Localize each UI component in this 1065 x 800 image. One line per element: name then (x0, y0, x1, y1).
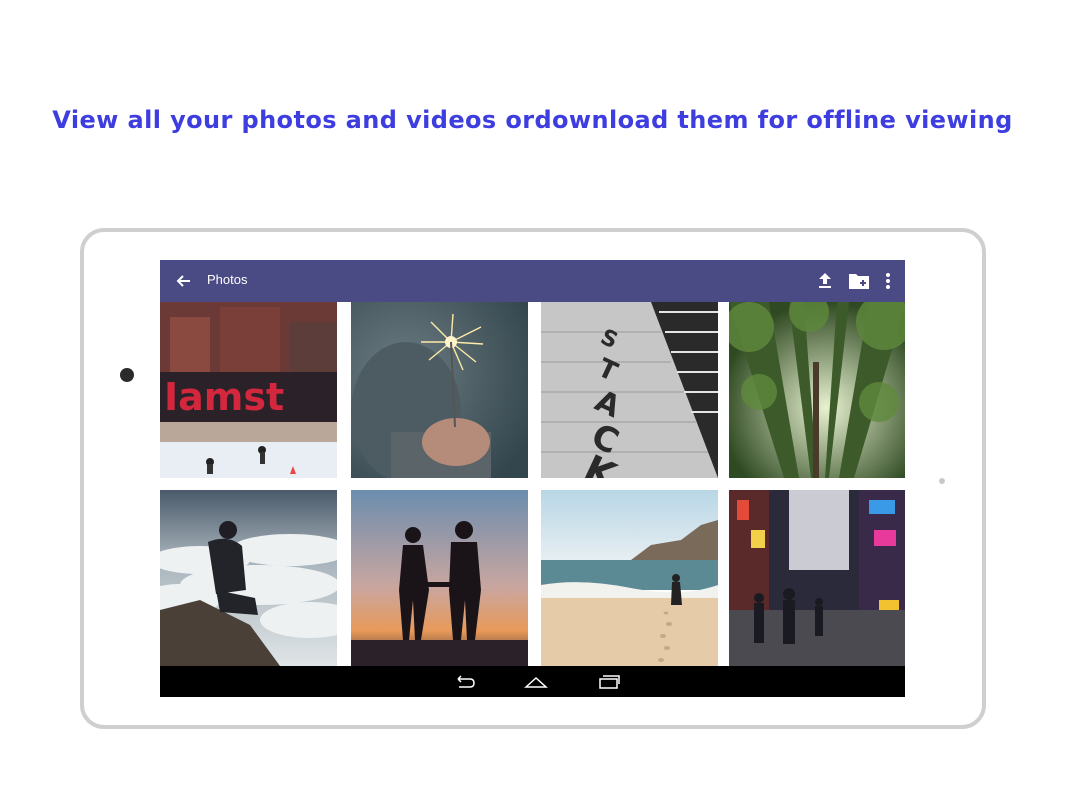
photo-city-night[interactable] (729, 490, 905, 666)
headline: View all your photos and videos ordownlo… (52, 106, 1013, 134)
photo-beach-footprints[interactable] (541, 490, 718, 666)
nav-recents-icon[interactable] (594, 671, 624, 693)
svg-text:Iamst: Iamst (164, 375, 284, 419)
camera-dot (120, 368, 134, 382)
sensor-dot (939, 478, 945, 484)
photo-grid: Iamst S T A C K (160, 302, 905, 666)
photo-bamboo-forest[interactable] (729, 302, 905, 478)
photo-stack-steps[interactable]: S T A C K (541, 302, 718, 478)
back-arrow-icon[interactable] (172, 269, 196, 293)
app-bar: Photos (160, 260, 905, 302)
more-vert-icon[interactable] (876, 269, 900, 293)
system-nav-bar (160, 666, 905, 697)
photo-couple-sunset[interactable] (351, 490, 528, 666)
photo-amsterdam[interactable]: Iamst (160, 302, 337, 478)
new-folder-icon[interactable] (847, 269, 871, 293)
page-title: Photos (207, 272, 248, 287)
upload-icon[interactable] (813, 269, 837, 293)
photo-sparkler[interactable] (351, 302, 528, 478)
device-screen: Photos Iamst S T A C K (160, 260, 905, 697)
nav-back-icon[interactable] (450, 671, 480, 693)
nav-home-icon[interactable] (521, 671, 551, 693)
photo-cliff-clouds[interactable] (160, 490, 337, 666)
